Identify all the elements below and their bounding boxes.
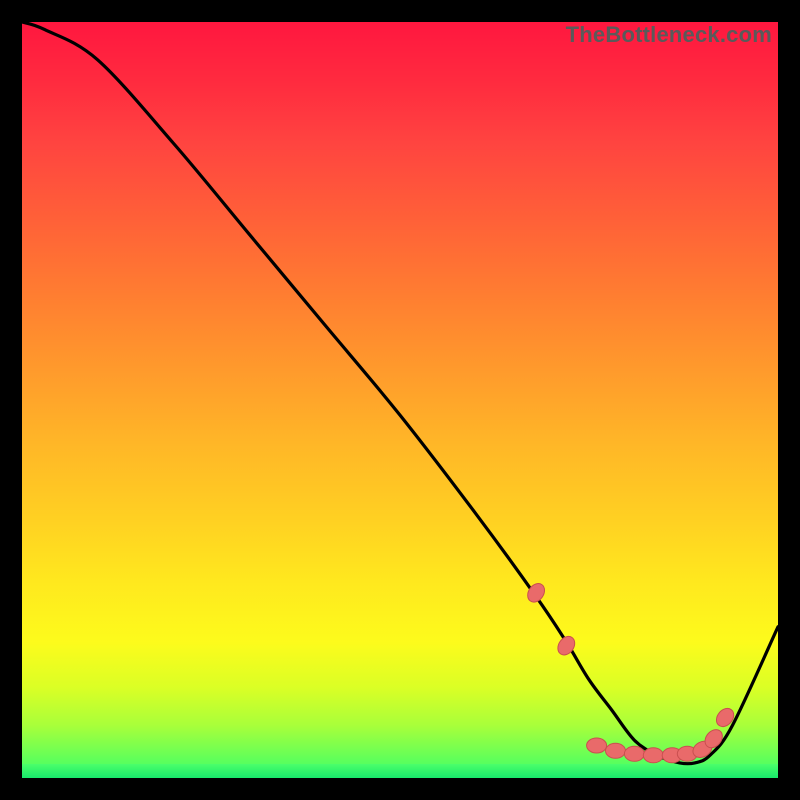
curve-layer	[22, 22, 778, 778]
marker-point	[587, 738, 607, 753]
bottleneck-curve	[22, 22, 778, 764]
plot-area: TheBottleneck.com	[22, 22, 778, 778]
marker-point	[643, 748, 663, 763]
marker-point	[624, 746, 644, 761]
chart-frame: TheBottleneck.com	[0, 0, 800, 800]
marker-point	[606, 743, 626, 758]
